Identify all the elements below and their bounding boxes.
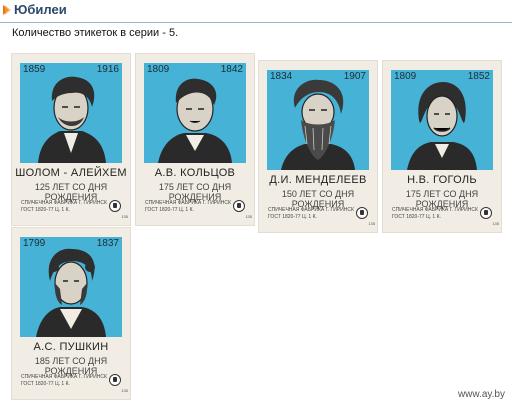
person-name: А.С. ПУШКИН	[33, 341, 109, 353]
anniversary-text: 125 ЛЕТ СО ДНЯ РОЖДЕНИЯ	[34, 182, 108, 202]
matchbox-label[interactable]: 1859 1916 ШОЛОМ - АЛЕЙХЕМ 125 ЛЕТ СО ДНЯ…	[12, 54, 130, 225]
anniversary-text: 185 ЛЕТ СО ДНЯ РОЖДЕНИЯ	[34, 356, 108, 376]
birth-year: 1859	[23, 64, 46, 75]
gost-text: ГОСТ 1820-77 Ц. 1 К.	[21, 207, 70, 213]
factory-text: СПИЧЕЧНАЯ ФАБРИКА Г. ГИРИНСК ГОСТ 1820-7…	[268, 207, 358, 221]
birth-year: 1809	[147, 64, 170, 75]
section-header: Юбилеи	[0, 0, 512, 23]
portrait-image	[36, 248, 106, 337]
label-code: 135	[368, 221, 375, 226]
matchbox-label[interactable]: 1809 1842 А.В. КОЛЬЦОВ 175 ЛЕТ СО ДНЯ РО…	[136, 54, 254, 225]
portrait-image	[407, 82, 477, 170]
factory-text: СПИЧЕЧНАЯ ФАБРИКА Г. ГИРИНСК ГОСТ 1820-7…	[21, 374, 111, 388]
factory-text: СПИЧЕЧНАЯ ФАБРИКА Г. ГИРИНСК ГОСТ 1820-7…	[392, 207, 482, 221]
label-code: 135	[492, 221, 499, 226]
matchbox-label[interactable]: 1834 1907 Д.И. МЕНДЕЛЕЕВ 150 ЛЕТ СО ДНЯ …	[259, 61, 377, 232]
factory-text: СПИЧЕЧНАЯ ФАБРИКА Г. ГИРИНСК ГОСТ 1820-7…	[21, 200, 111, 214]
factory-logo-icon	[109, 374, 121, 386]
factory-name: СПИЧЕЧНАЯ ФАБРИКА Г. ГИРИНСК	[21, 200, 107, 206]
gost-text: ГОСТ 1820-77 Ц. 1 К.	[145, 207, 194, 213]
gost-text: ГОСТ 1820-77 Ц. 1 К.	[21, 381, 70, 387]
factory-logo-icon	[109, 200, 121, 212]
label-count-text: Количество этикеток в серии - 5.	[12, 27, 179, 39]
gost-text: ГОСТ 1820-77 Ц. 1 К.	[268, 214, 317, 220]
person-name: Н.В. ГОГОЛЬ	[407, 174, 477, 186]
birth-year: 1834	[270, 71, 293, 82]
label-code: 135	[245, 214, 252, 219]
death-year: 1842	[220, 64, 243, 75]
matchbox-label[interactable]: 1799 1837 А.С. ПУШКИН 185 ЛЕТ СО ДНЯ РОЖ…	[12, 228, 130, 399]
person-name: ШОЛОМ - АЛЕЙХЕМ	[15, 167, 127, 179]
portrait-frame: 1799 1837	[20, 237, 122, 337]
portrait-frame: 1809 1842	[144, 63, 246, 163]
factory-name: СПИЧЕЧНАЯ ФАБРИКА Г. ГИРИНСК	[392, 207, 478, 213]
anniversary-text: 150 ЛЕТ СО ДНЯ РОЖДЕНИЯ	[281, 189, 355, 209]
factory-name: СПИЧЕЧНАЯ ФАБРИКА Г. ГИРИНСК	[268, 207, 354, 213]
factory-name: СПИЧЕЧНАЯ ФАБРИКА Г. ГИРИНСК	[21, 374, 107, 380]
label-code: 135	[121, 388, 128, 393]
label-code: 135	[121, 214, 128, 219]
portrait-image	[158, 78, 232, 163]
portrait-frame: 1859 1916	[20, 63, 122, 163]
portrait-image	[281, 79, 355, 170]
death-year: 1837	[96, 238, 119, 249]
death-year: 1907	[343, 71, 366, 82]
factory-name: СПИЧЕЧНАЯ ФАБРИКА Г. ГИРИНСК	[145, 200, 231, 206]
anniversary-text: 175 ЛЕТ СО ДНЯ РОЖДЕНИЯ	[405, 189, 479, 209]
portrait-frame: 1809 1852	[391, 70, 493, 170]
death-year: 1916	[96, 64, 119, 75]
section-title: Юбилеи	[14, 2, 67, 17]
death-year: 1852	[467, 71, 490, 82]
site-watermark: www.ay.by	[457, 389, 505, 400]
factory-logo-icon	[356, 207, 368, 219]
person-name: А.В. КОЛЬЦОВ	[154, 167, 236, 179]
gost-text: ГОСТ 1820-77 Ц. 1 К.	[392, 214, 441, 220]
factory-text: СПИЧЕЧНАЯ ФАБРИКА Г. ГИРИНСК ГОСТ 1820-7…	[145, 200, 235, 214]
factory-logo-icon	[480, 207, 492, 219]
person-name: Д.И. МЕНДЕЛЕЕВ	[269, 174, 367, 186]
birth-year: 1799	[23, 238, 46, 249]
anniversary-text: 175 ЛЕТ СО ДНЯ РОЖДЕНИЯ	[158, 182, 232, 202]
portrait-frame: 1834 1907	[267, 70, 369, 170]
birth-year: 1809	[394, 71, 417, 82]
matchbox-label[interactable]: 1809 1852 Н.В. ГОГОЛЬ 175 ЛЕТ СО ДНЯ РОЖ…	[383, 61, 501, 232]
factory-logo-icon	[233, 200, 245, 212]
portrait-image	[38, 76, 106, 163]
arrow-icon-shadow	[5, 5, 11, 15]
